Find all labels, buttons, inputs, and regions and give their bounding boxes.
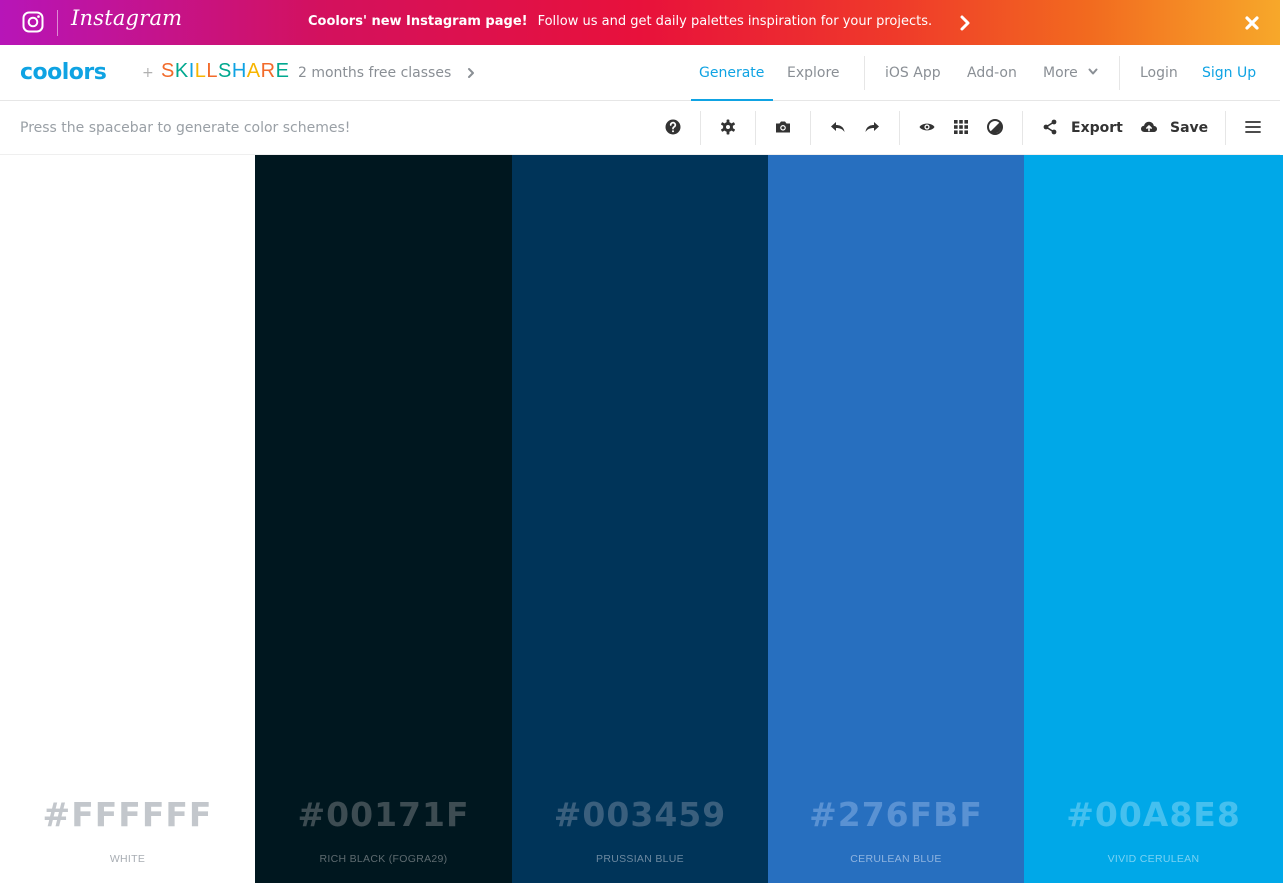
plus-sign: + xyxy=(142,65,154,81)
toolbar: Press the spacebar to generate color sch… xyxy=(0,101,1280,155)
help-icon[interactable] xyxy=(664,118,682,136)
grid-icon[interactable] xyxy=(952,118,970,136)
hex-code[interactable]: #003459 xyxy=(512,795,768,834)
hex-code[interactable]: #276FBF xyxy=(768,795,1024,834)
cloud-upload-icon xyxy=(1141,121,1157,132)
spacebar-hint: Press the spacebar to generate color sch… xyxy=(20,120,351,136)
promo-link[interactable]: 2 months free classes xyxy=(298,65,451,81)
color-swatch-white[interactable]: #FFFFFF WHITE xyxy=(0,155,255,883)
nav-more-label: More xyxy=(1043,65,1078,81)
banner-text: Follow us and get daily palettes inspira… xyxy=(537,14,933,29)
color-name: VIVID CERULEAN xyxy=(1107,853,1200,865)
toolbar-divider xyxy=(755,111,756,145)
instagram-wordmark: Instagram xyxy=(71,6,183,30)
save-label: Save xyxy=(1170,120,1209,136)
nav-generate[interactable]: Generate xyxy=(699,65,764,81)
toolbar-divider xyxy=(810,111,811,145)
hex-code[interactable]: #FFFFFF xyxy=(0,795,255,834)
color-swatch-rich-black[interactable]: #00171F RICH BLACK (FOGRA29) xyxy=(255,155,512,883)
undo-icon[interactable] xyxy=(829,118,847,136)
export-label: Export xyxy=(1071,120,1123,136)
contrast-icon[interactable] xyxy=(986,118,1004,136)
coolors-logo[interactable]: coolors xyxy=(20,60,107,85)
color-name: WHITE xyxy=(109,853,146,865)
banner-message[interactable]: Coolors' new Instagram page! Follow us an… xyxy=(308,14,932,29)
color-swatch-cerulean-blue[interactable]: #276FBF CERULEAN BLUE xyxy=(768,155,1024,883)
close-icon[interactable] xyxy=(1243,14,1261,32)
hex-code[interactable]: #00171F xyxy=(255,795,512,834)
color-name: PRUSSIAN BLUE xyxy=(596,853,684,865)
instagram-banner[interactable]: Instagram Coolors' new Instagram page! Fo… xyxy=(0,0,1280,45)
nav-divider xyxy=(1119,56,1120,90)
toolbar-divider xyxy=(700,111,701,145)
nav-divider xyxy=(864,56,865,90)
chevron-down-icon xyxy=(1088,68,1098,75)
color-swatch-vivid-cerulean[interactable]: #00A8E8 VIVID CERULEAN xyxy=(1024,155,1283,883)
chevron-right-icon[interactable] xyxy=(958,14,972,32)
color-name: RICH BLACK (FOGRA29) xyxy=(319,853,448,865)
camera-icon[interactable] xyxy=(774,118,792,136)
nav-ios-app[interactable]: iOS App xyxy=(885,65,941,81)
menu-icon[interactable] xyxy=(1244,118,1262,136)
eye-icon[interactable] xyxy=(918,118,936,136)
chevron-right-icon[interactable] xyxy=(466,67,476,79)
toolbar-divider xyxy=(1022,111,1023,145)
signup-link[interactable]: Sign Up xyxy=(1202,65,1256,81)
color-swatch-prussian-blue[interactable]: #003459 PRUSSIAN BLUE xyxy=(512,155,768,883)
nav-add-on[interactable]: Add-on xyxy=(967,65,1017,81)
toolbar-divider xyxy=(1225,111,1226,145)
hex-code[interactable]: #00A8E8 xyxy=(1024,795,1283,834)
color-name: CERULEAN BLUE xyxy=(850,853,942,865)
palette: #FFFFFF WHITE #00171F RICH BLACK (FOGRA2… xyxy=(0,155,1283,883)
skillshare-logo[interactable]: SKILLSHARE xyxy=(161,60,289,83)
instagram-icon xyxy=(22,11,44,33)
nav-explore[interactable]: Explore xyxy=(787,65,840,81)
nav-more[interactable]: More xyxy=(1043,65,1098,81)
gear-icon[interactable] xyxy=(719,118,737,136)
main-nav: coolors + SKILLSHARE 2 months free class… xyxy=(0,45,1280,101)
banner-headline: Coolors' new Instagram page! xyxy=(308,14,528,29)
banner-divider xyxy=(57,10,58,36)
toolbar-divider xyxy=(899,111,900,145)
redo-icon[interactable] xyxy=(863,118,881,136)
login-link[interactable]: Login xyxy=(1140,65,1178,81)
share-icon xyxy=(1043,119,1057,135)
